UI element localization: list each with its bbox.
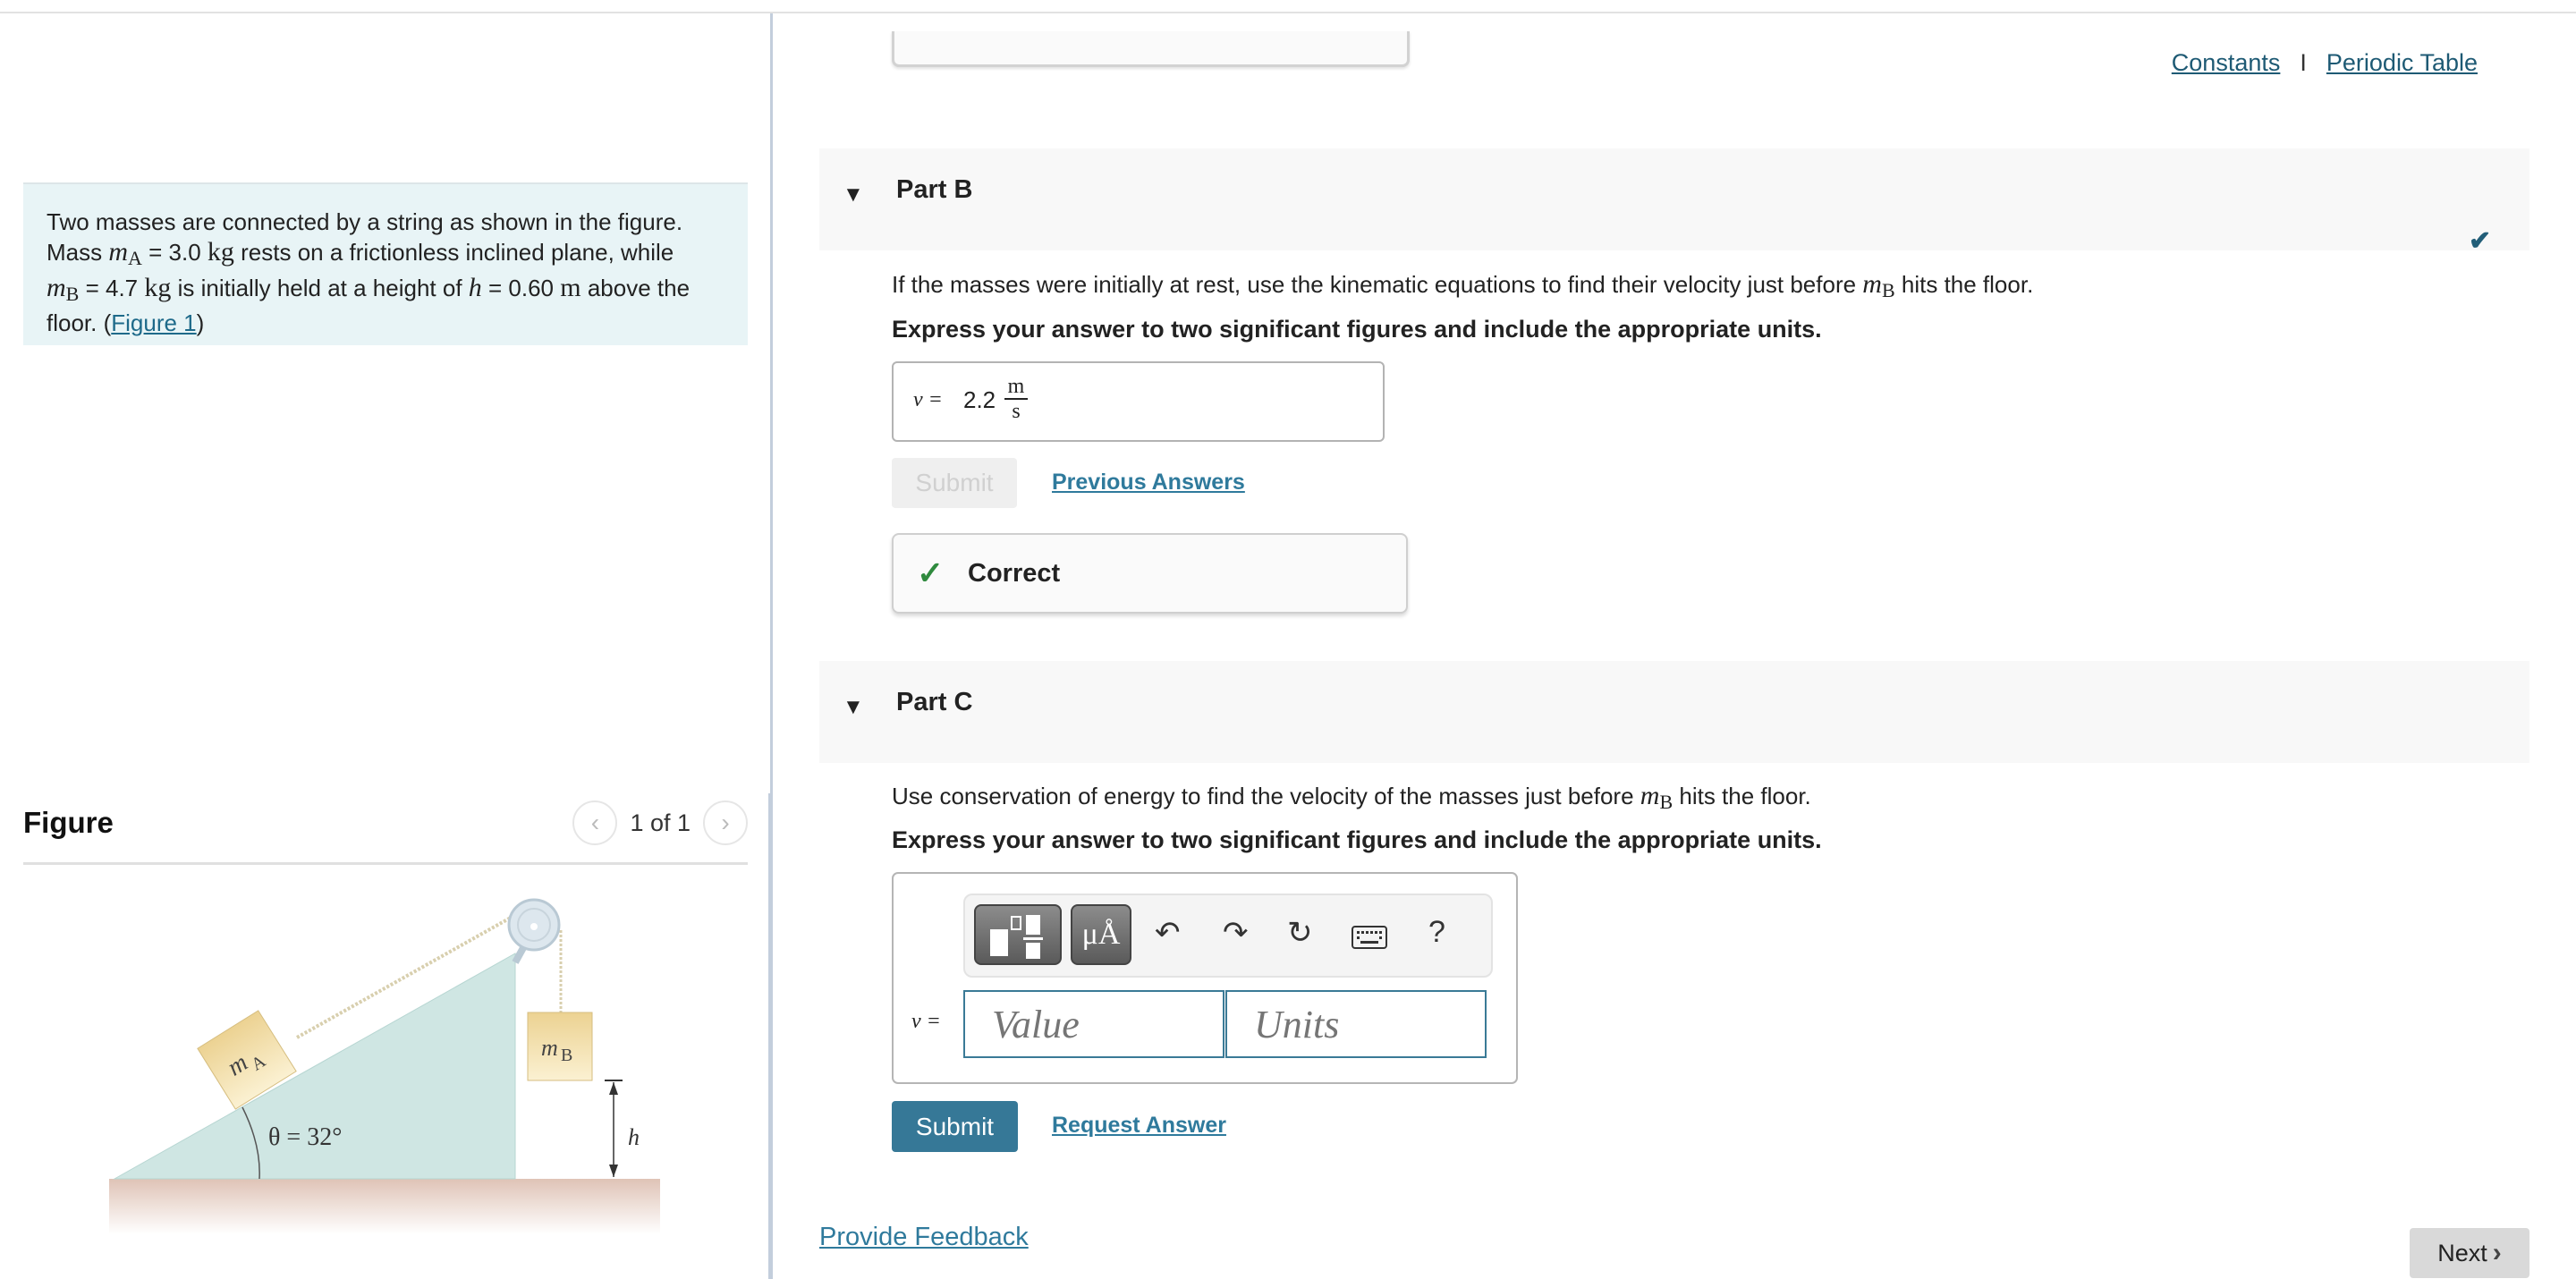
chevron-right-icon: › xyxy=(721,809,730,836)
height-dimension: h xyxy=(605,1080,640,1177)
part-b-title: Part B xyxy=(896,175,973,204)
problem-line-2: Mass mA = 3.0 kg rests on a frictionless… xyxy=(47,237,674,269)
answer-label: v = xyxy=(911,1010,941,1033)
request-answer-link[interactable]: Request Answer xyxy=(1052,1113,1226,1139)
svg-text:B: B xyxy=(561,1046,572,1065)
figure-next-button[interactable]: › xyxy=(703,800,748,845)
value-input[interactable] xyxy=(963,990,1224,1058)
part-c-instruction: Express your answer to two significant f… xyxy=(892,826,1822,853)
collapse-caret-icon[interactable]: ▼ xyxy=(843,182,864,208)
problem-statement: Two masses are connected by a string as … xyxy=(23,182,748,345)
math-toolbar: μÅ ↶ ↷ ↻ ? xyxy=(963,894,1493,978)
part-b-header[interactable]: ▼ Part B xyxy=(819,148,2529,250)
correct-check-icon: ✓ xyxy=(917,555,945,591)
part-b-question: If the masses were initially at rest, us… xyxy=(892,269,2034,301)
templates-button[interactable] xyxy=(974,904,1062,965)
figure-prev-button[interactable]: ‹ xyxy=(572,800,618,845)
block-mB: m B xyxy=(527,1012,593,1081)
figure-pager: ‹ 1 of 1 › xyxy=(572,800,748,845)
figure-1-link[interactable]: Figure 1 xyxy=(111,309,196,336)
collapse-caret-icon[interactable]: ▼ xyxy=(843,695,864,720)
svg-text:h: h xyxy=(628,1124,640,1150)
part-b-complete-check-icon: ✔ xyxy=(2469,226,2492,256)
part-b-submit-button: Submit xyxy=(892,458,1017,508)
reset-icon[interactable]: ↻ xyxy=(1287,915,1313,951)
problem-intro: Two masses are connected by a string as … xyxy=(47,208,683,235)
next-button[interactable]: Next › xyxy=(2410,1228,2529,1278)
undo-icon[interactable]: ↶ xyxy=(1155,915,1181,951)
link-separator: I xyxy=(2300,49,2307,76)
answer-unit: m s xyxy=(1004,376,1028,422)
part-c-question: Use conservation of energy to find the v… xyxy=(892,781,1811,813)
header-links: Constants I Periodic Table xyxy=(2172,49,2478,77)
periodic-table-link[interactable]: Periodic Table xyxy=(2326,49,2478,77)
next-label: Next xyxy=(2437,1239,2487,1266)
part-c-title: Part C xyxy=(896,688,973,716)
previous-answers-link[interactable]: Previous Answers xyxy=(1052,470,1245,496)
part-b-answer-display: v = 2.2 m s xyxy=(892,361,1385,442)
redo-icon[interactable]: ↷ xyxy=(1223,915,1249,951)
chevron-left-icon: ‹ xyxy=(590,809,600,836)
feedback-text: Correct xyxy=(968,559,1061,588)
svg-text:m: m xyxy=(541,1035,558,1061)
figure-title: Figure xyxy=(23,806,114,839)
chevron-right-icon: › xyxy=(2492,1238,2502,1267)
templates-icon xyxy=(990,915,1043,959)
figure-header: Figure ‹ 1 of 1 › xyxy=(23,800,748,865)
part-c-answer-area: μÅ ↶ ↷ ↻ ? v = xyxy=(892,872,1518,1084)
part-b-feedback-box: ✓ Correct xyxy=(892,533,1408,614)
answer-label: v = xyxy=(913,388,943,411)
problem-line-4: floor. (Figure 1) xyxy=(47,309,205,336)
floor xyxy=(109,1179,660,1234)
provide-feedback-link[interactable]: Provide Feedback xyxy=(819,1223,1029,1252)
part-a-feedback-box-edge xyxy=(892,31,1410,67)
answer-value: 2.2 xyxy=(963,386,996,413)
help-icon[interactable]: ? xyxy=(1428,915,1445,950)
figure-diagram: θ = 32° m A m B h xyxy=(109,898,660,1234)
units-input[interactable] xyxy=(1225,990,1487,1058)
pulley xyxy=(507,898,561,964)
units-symbols-button[interactable]: μÅ xyxy=(1071,904,1131,965)
constants-link[interactable]: Constants xyxy=(2172,49,2281,77)
keyboard-icon[interactable] xyxy=(1352,922,1387,957)
part-c-submit-button[interactable]: Submit xyxy=(892,1101,1018,1152)
problem-line-3: mB = 4.7 kg is initially held at a heigh… xyxy=(47,273,691,305)
part-c-header[interactable]: ▼ Part C xyxy=(819,661,2529,763)
figure-counter: 1 of 1 xyxy=(630,809,691,836)
right-panel: Constants I Periodic Table ▼ Part B ✔ If… xyxy=(773,13,2576,1279)
angle-label: θ = 32° xyxy=(268,1123,342,1151)
part-b-instruction: Express your answer to two significant f… xyxy=(892,316,1822,343)
